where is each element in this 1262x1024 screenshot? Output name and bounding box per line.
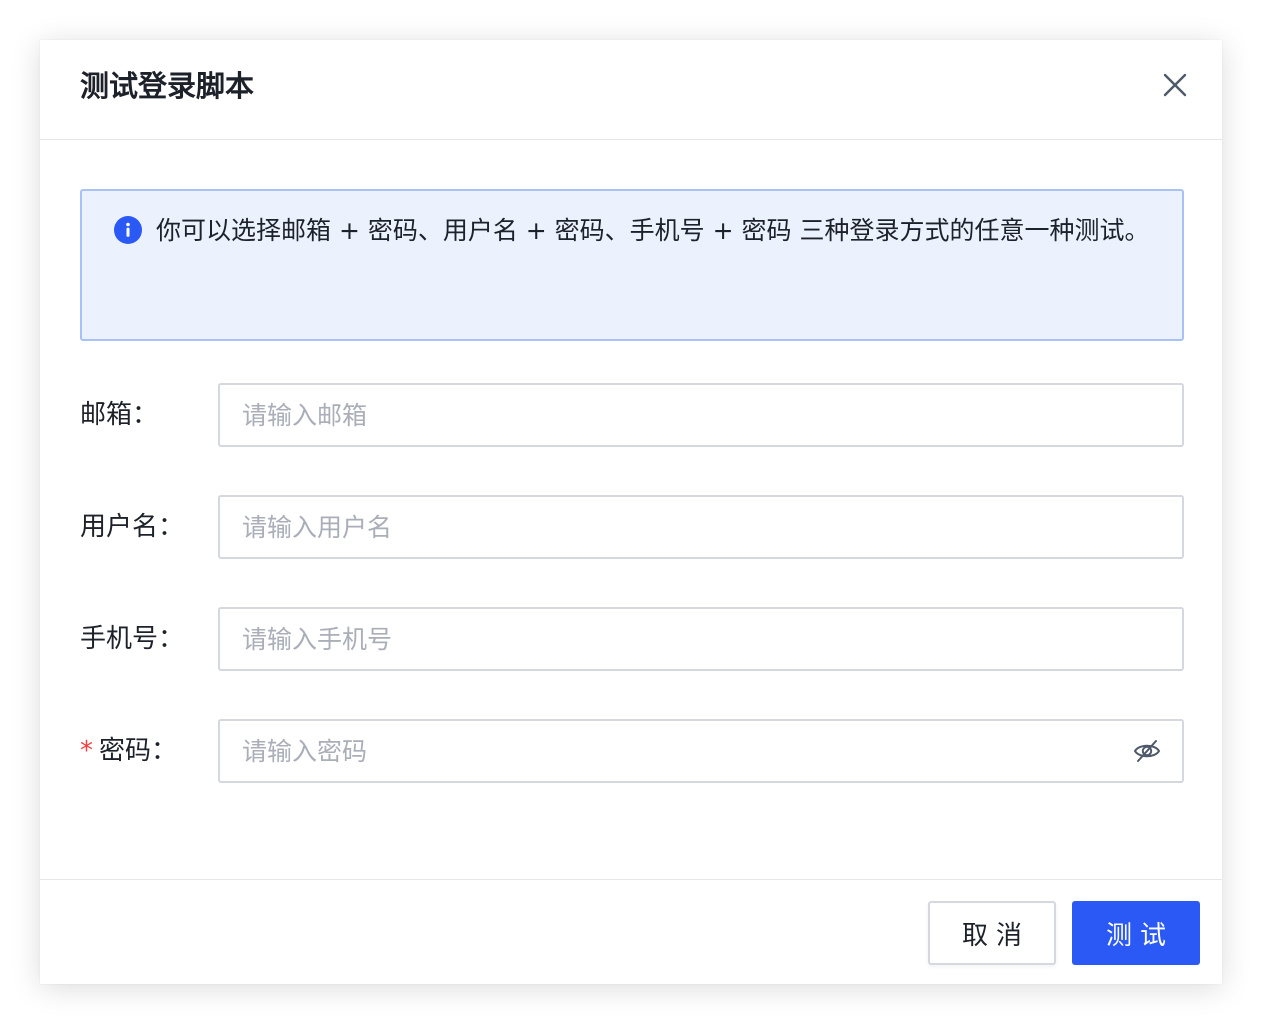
close-icon (1163, 73, 1187, 97)
info-icon (114, 216, 142, 244)
form-row-email: 邮箱： (80, 383, 1184, 447)
form-row-username: 用户名： (80, 495, 1184, 559)
eye-off-icon[interactable] (1132, 736, 1162, 766)
test-button[interactable]: 测试 (1072, 901, 1200, 965)
info-alert: 你可以选择邮箱 + 密码、用户名 + 密码、手机号 + 密码 三种登录方式的任意… (80, 189, 1184, 341)
cancel-button[interactable]: 取消 (928, 901, 1056, 965)
test-login-script-dialog: 测试登录脚本 你可以选择邮箱 + 密码、用户名 + 密码、手机号 + 密码 三种… (40, 40, 1222, 984)
email-input[interactable] (218, 383, 1184, 447)
password-input[interactable] (218, 719, 1184, 783)
phone-label: 手机号： (80, 624, 185, 654)
username-input[interactable] (218, 495, 1184, 559)
dialog-footer: 取消 测试 (40, 879, 1222, 984)
required-mark: * (80, 736, 93, 766)
phone-input[interactable] (218, 607, 1184, 671)
dialog-header: 测试登录脚本 (40, 40, 1222, 140)
username-label: 用户名： (80, 512, 185, 542)
dialog-title: 测试登录脚本 (80, 69, 255, 103)
password-label-wrapper: * 密码： (80, 719, 177, 783)
alert-message: 你可以选择邮箱 + 密码、用户名 + 密码、手机号 + 密码 三种登录方式的任意… (156, 216, 1150, 245)
email-label: 邮箱： (80, 400, 159, 430)
form-row-phone: 手机号： (80, 607, 1184, 671)
form-row-password: * 密码： (80, 719, 1184, 783)
close-button[interactable] (1158, 68, 1192, 102)
password-label: 密码： (99, 736, 178, 766)
